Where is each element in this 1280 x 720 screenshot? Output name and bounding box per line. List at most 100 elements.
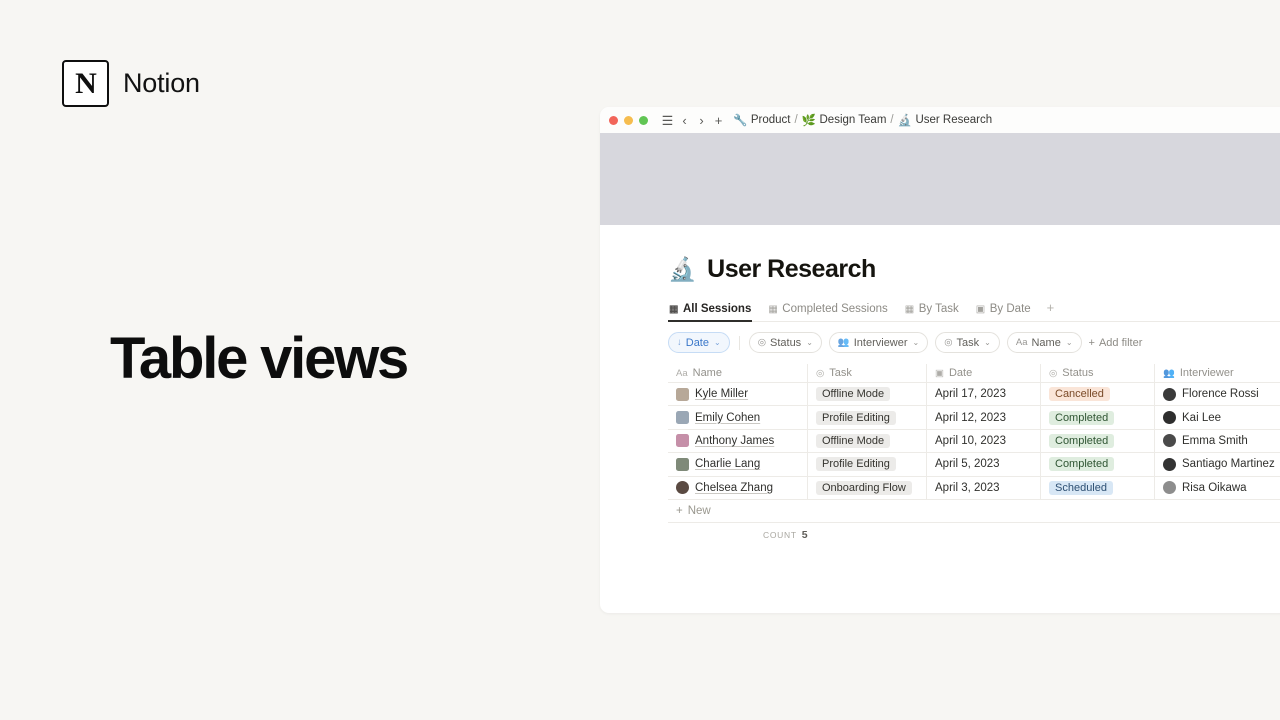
page-headline: Table views bbox=[110, 326, 409, 391]
new-row-label: New bbox=[687, 504, 711, 517]
cell-name[interactable]: Chelsea Zhang bbox=[668, 476, 808, 499]
interviewer-name: Santiago Martinez bbox=[1182, 458, 1275, 471]
calendar-icon: ▣ bbox=[935, 367, 944, 379]
column-header-name[interactable]: Aa Name bbox=[668, 364, 808, 382]
cell-interviewer[interactable]: Kai Lee bbox=[1155, 406, 1280, 428]
task-chip: Onboarding Flow bbox=[816, 480, 912, 495]
table-row[interactable]: Emily Cohen Profile Editing April 12, 20… bbox=[668, 406, 1280, 430]
herb-icon: 🌿 bbox=[801, 115, 816, 127]
cell-date[interactable]: April 3, 2023 bbox=[927, 476, 1041, 499]
cell-status[interactable]: Completed bbox=[1041, 406, 1155, 429]
table-footer-count[interactable]: COUNT 5 bbox=[668, 523, 1280, 547]
cell-name[interactable]: Anthony James bbox=[668, 429, 808, 453]
table-header-row: Aa Name ◎ Task ▣ Date ◎ Status 👥 Intervi… bbox=[668, 364, 1280, 383]
microscope-icon[interactable]: 🔬 bbox=[668, 256, 697, 283]
cell-status[interactable]: Scheduled bbox=[1041, 476, 1155, 499]
table-row[interactable]: Charlie Lang Profile Editing April 5, 20… bbox=[668, 453, 1280, 477]
status-badge: Completed bbox=[1049, 433, 1115, 448]
cell-date[interactable]: April 5, 2023 bbox=[927, 453, 1041, 476]
row-name[interactable]: Charlie Lang bbox=[695, 458, 760, 470]
people-icon: 👥 bbox=[837, 337, 850, 348]
table-row[interactable]: Anthony James Offline Mode April 10, 202… bbox=[668, 429, 1280, 454]
column-label: Date bbox=[948, 367, 973, 379]
row-name[interactable]: Kyle Miller bbox=[695, 388, 748, 400]
column-label: Interviewer bbox=[1179, 367, 1234, 379]
new-row-button[interactable]: + New bbox=[668, 500, 1280, 523]
cell-name[interactable]: Charlie Lang bbox=[668, 453, 808, 476]
cell-task[interactable]: Profile Editing bbox=[808, 453, 927, 476]
avatar bbox=[676, 387, 689, 401]
chevron-down-icon: ⌄ bbox=[984, 338, 991, 347]
column-header-date[interactable]: ▣ Date bbox=[927, 364, 1041, 382]
filter-bar: ↓ Date ⌄ ◎ Status ⌄ 👥 Interviewer ⌄ ◎ Ta… bbox=[668, 332, 1280, 353]
database-table: Aa Name ◎ Task ▣ Date ◎ Status 👥 Intervi… bbox=[668, 364, 1280, 547]
cell-name[interactable]: Kyle Miller bbox=[668, 383, 808, 406]
tab-all-sessions[interactable]: ▦ All Sessions bbox=[668, 303, 753, 322]
sort-pill-label: Date bbox=[685, 336, 709, 349]
column-header-interviewer[interactable]: 👥 Interviewer bbox=[1155, 364, 1280, 382]
tab-label: By Task bbox=[918, 303, 959, 315]
avatar bbox=[1163, 387, 1176, 401]
cell-task[interactable]: Offline Mode bbox=[808, 429, 927, 453]
avatar bbox=[1163, 457, 1176, 471]
add-filter-button[interactable]: + Add filter bbox=[1089, 337, 1143, 349]
cell-interviewer[interactable]: Risa Oikawa bbox=[1155, 477, 1280, 499]
table-row[interactable]: Kyle Miller Offline Mode April 17, 2023 … bbox=[668, 383, 1280, 407]
interviewer-name: Emma Smith bbox=[1182, 434, 1248, 447]
column-header-task[interactable]: ◎ Task bbox=[808, 364, 927, 382]
tab-completed-sessions[interactable]: ▦ Completed Sessions bbox=[767, 303, 888, 321]
cell-date[interactable]: April 12, 2023 bbox=[927, 406, 1041, 429]
add-filter-label: Add filter bbox=[1098, 336, 1143, 349]
filter-pill-status[interactable]: ◎ Status ⌄ bbox=[748, 332, 822, 353]
chevron-down-icon: ⌄ bbox=[912, 338, 920, 347]
column-header-status[interactable]: ◎ Status bbox=[1041, 364, 1155, 382]
cell-interviewer[interactable]: Emma Smith bbox=[1155, 430, 1280, 452]
breadcrumb-item-product[interactable]: 🔧 Product bbox=[733, 113, 790, 127]
cell-interviewer[interactable]: Florence Rossi bbox=[1155, 383, 1280, 405]
table-row[interactable]: Chelsea Zhang Onboarding Flow April 3, 2… bbox=[668, 476, 1280, 500]
minimize-icon[interactable] bbox=[624, 115, 633, 125]
tab-by-date[interactable]: ▣ By Date bbox=[975, 303, 1032, 321]
tab-label: Completed Sessions bbox=[782, 303, 888, 315]
cell-name[interactable]: Emily Cohen bbox=[668, 406, 808, 429]
cell-status[interactable]: Cancelled bbox=[1041, 383, 1155, 406]
filter-pill-task[interactable]: ◎ Task ⌄ bbox=[935, 332, 1000, 353]
brand-name: Notion bbox=[123, 68, 200, 98]
select-icon: ◎ bbox=[944, 337, 953, 348]
filter-pill-interviewer[interactable]: 👥 Interviewer ⌄ bbox=[828, 332, 929, 353]
breadcrumb-item-user-research[interactable]: 🔬 User Research bbox=[898, 113, 993, 127]
count-label: COUNT bbox=[763, 529, 797, 540]
row-name[interactable]: Anthony James bbox=[695, 435, 774, 447]
cell-task[interactable]: Offline Mode bbox=[808, 383, 927, 406]
cell-status[interactable]: Completed bbox=[1041, 429, 1155, 453]
breadcrumb-item-design-team[interactable]: 🌿 Design Team bbox=[802, 113, 887, 127]
table-icon: ▦ bbox=[904, 303, 915, 315]
close-icon[interactable] bbox=[609, 115, 618, 125]
task-chip: Offline Mode bbox=[816, 433, 891, 448]
select-icon: ◎ bbox=[757, 337, 766, 348]
traffic-lights bbox=[609, 115, 648, 125]
cell-task[interactable]: Onboarding Flow bbox=[808, 476, 927, 499]
interviewer-name: Florence Rossi bbox=[1182, 388, 1259, 401]
cell-status[interactable]: Completed bbox=[1041, 453, 1155, 476]
new-page-icon[interactable]: + bbox=[710, 114, 727, 127]
row-name[interactable]: Emily Cohen bbox=[695, 412, 760, 424]
sort-pill-date[interactable]: ↓ Date ⌄ bbox=[668, 332, 730, 353]
cell-date[interactable]: April 10, 2023 bbox=[927, 429, 1041, 453]
cell-task[interactable]: Profile Editing bbox=[808, 406, 927, 429]
table-icon: ▦ bbox=[768, 303, 778, 315]
filter-pill-name[interactable]: Aa Name ⌄ bbox=[1006, 332, 1082, 353]
cell-interviewer[interactable]: Santiago Martinez bbox=[1155, 453, 1280, 475]
row-name[interactable]: Chelsea Zhang bbox=[695, 482, 773, 494]
back-icon[interactable]: ‹ bbox=[676, 114, 693, 127]
avatar bbox=[1163, 411, 1176, 425]
arrow-down-icon: ↓ bbox=[677, 337, 682, 348]
forward-icon[interactable]: › bbox=[693, 114, 710, 127]
chevron-down-icon: ⌄ bbox=[806, 338, 813, 347]
tab-by-task[interactable]: ▦ By Task bbox=[904, 303, 960, 321]
menu-icon[interactable]: ☰ bbox=[659, 114, 676, 127]
cell-date[interactable]: April 17, 2023 bbox=[927, 383, 1041, 406]
chevron-down-icon: ⌄ bbox=[714, 338, 721, 347]
maximize-icon[interactable] bbox=[639, 115, 648, 125]
add-view-button[interactable]: + bbox=[1047, 300, 1055, 321]
